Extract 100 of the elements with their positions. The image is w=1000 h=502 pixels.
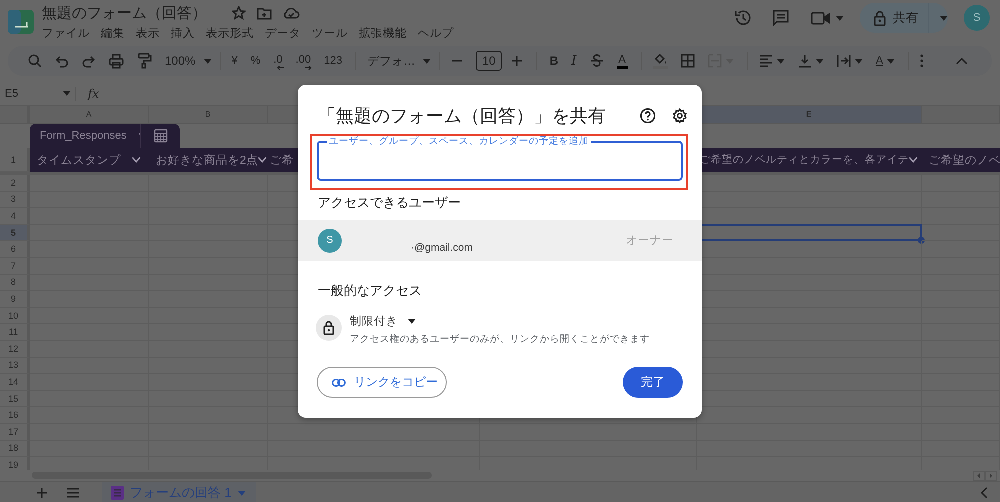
format-button[interactable]: ¥ [232,55,238,67]
menu-item[interactable]: データ [265,26,301,40]
chevron-down-icon[interactable] [258,157,268,163]
row-header[interactable]: 9 [0,291,30,308]
search-icon[interactable] [28,54,42,68]
dialog-title: 「無題のフォーム（回答）」を共有 [318,105,607,128]
borders-icon[interactable] [680,54,695,68]
font-size-field[interactable]: 10 [476,51,502,71]
format-button[interactable]: 123 [324,55,342,67]
row-header[interactable]: 14 [0,374,30,391]
row-header[interactable]: 13 [0,358,30,374]
plus-icon[interactable] [510,55,523,67]
table-cell[interactable] [922,224,1000,242]
lock-icon [316,315,342,341]
add-people-field[interactable]: ユーザー、グループ、スペース、カレンダーの予定を追加 [317,136,683,181]
form-icon [111,486,124,500]
dropdown-menu[interactable]: デフォ… [367,52,432,70]
user-email: ·@gmail.com [411,242,474,254]
row-header[interactable]: 5 [0,224,30,242]
table-cell[interactable] [922,208,1000,225]
paint-roller-icon[interactable] [137,53,152,69]
link-icon [332,378,346,386]
caret-icon [204,58,212,64]
all-sheets-icon[interactable] [66,488,80,498]
caret-icon [854,58,863,64]
row-header[interactable]: 12 [0,340,30,358]
menu-item[interactable]: 表示形式 [206,26,254,40]
text-wrap-icon[interactable] [836,54,851,68]
row-header[interactable]: 2 [0,175,30,192]
redo-icon[interactable] [82,54,96,68]
menu-item[interactable]: 表示 [136,26,160,40]
scroll-left-icon[interactable] [973,470,985,480]
comment-icon[interactable] [772,9,790,27]
row-header[interactable]: 15 [0,390,30,408]
caret-icon [940,16,948,20]
user-avatar: S [318,228,342,252]
menu-item[interactable]: ファイル [42,26,90,40]
align-bottom-icon[interactable] [798,54,812,68]
row-header[interactable]: 7 [0,258,30,275]
copy-link-button[interactable]: リンクをコピー [317,367,447,398]
sheet-tab[interactable]: フォームの回答 1 [102,482,256,502]
menu-item[interactable]: 挿入 [171,26,195,40]
help-icon[interactable] [640,108,656,124]
menu-item[interactable]: ツール [312,26,348,40]
italic-button[interactable]: I [571,54,577,68]
column-title: タイムスタンプ [37,153,121,168]
row-header[interactable]: 11 [0,324,30,341]
chevron-down-icon[interactable] [132,157,141,163]
text-color-button[interactable]: A [616,54,628,68]
row-header[interactable]: 17 [0,424,30,440]
folder-icon[interactable] [257,6,272,20]
menu-item[interactable]: 拡張機能 [359,26,407,40]
add-sheet-icon[interactable] [36,487,48,499]
row-header[interactable]: 10 [0,308,30,324]
dropdown-menu[interactable]: 100% [165,54,212,68]
name-box[interactable]: E5 [5,86,76,100]
document-title[interactable]: 無題のフォーム（回答） [42,4,207,22]
table-menu-button[interactable] [140,124,180,148]
chevron-down-icon[interactable] [909,157,918,163]
undo-icon[interactable] [55,54,69,68]
format-button[interactable]: % [250,55,261,67]
decimal-button[interactable]: .00 [296,54,312,68]
row-header[interactable]: 8 [0,274,30,292]
settings-icon[interactable] [672,108,688,124]
collapse-icon[interactable] [956,56,968,66]
decimal-button[interactable]: .0 [274,54,283,68]
row-header[interactable]: 6 [0,241,30,258]
table-cell[interactable] [922,241,1000,258]
menu-item[interactable]: 編集 [101,26,125,40]
cloud-icon[interactable] [283,7,300,19]
row-header[interactable]: 19 [0,457,30,470]
lock-icon [874,10,886,26]
row-header[interactable]: 1 [0,148,30,172]
table-name-tab[interactable]: Form_Responses [30,124,140,148]
paint-bucket-icon[interactable] [652,53,668,69]
star-icon[interactable] [232,6,246,20]
done-button[interactable]: 完了 [623,367,683,398]
account-avatar[interactable]: S [964,5,990,31]
history-icon[interactable] [733,8,753,28]
more-icon[interactable] [920,54,924,68]
sheets-logo-icon [8,10,34,34]
menu-item[interactable]: ヘルプ [418,26,454,40]
user-role: オーナー [626,234,674,248]
caret-icon [836,16,844,20]
printer-icon[interactable] [109,54,124,68]
row-header[interactable]: 18 [0,440,30,458]
video-call-button[interactable] [811,11,844,25]
row-header[interactable]: 16 [0,407,30,424]
video-camera-icon [811,11,831,25]
caret-icon [423,58,432,64]
row-header[interactable]: 3 [0,192,30,208]
align-left-icon[interactable] [758,54,773,68]
collapse-side-panel-icon[interactable] [980,487,988,499]
share-button[interactable]: 共有 [860,3,948,33]
calculator-icon [154,129,168,143]
text-rotation-button[interactable]: A [876,55,896,67]
scroll-right-icon[interactable] [985,470,997,480]
access-dropdown[interactable]: 制限付き [350,312,650,330]
bold-button[interactable]: B [550,54,558,68]
strikethrough-icon[interactable] [590,54,604,68]
